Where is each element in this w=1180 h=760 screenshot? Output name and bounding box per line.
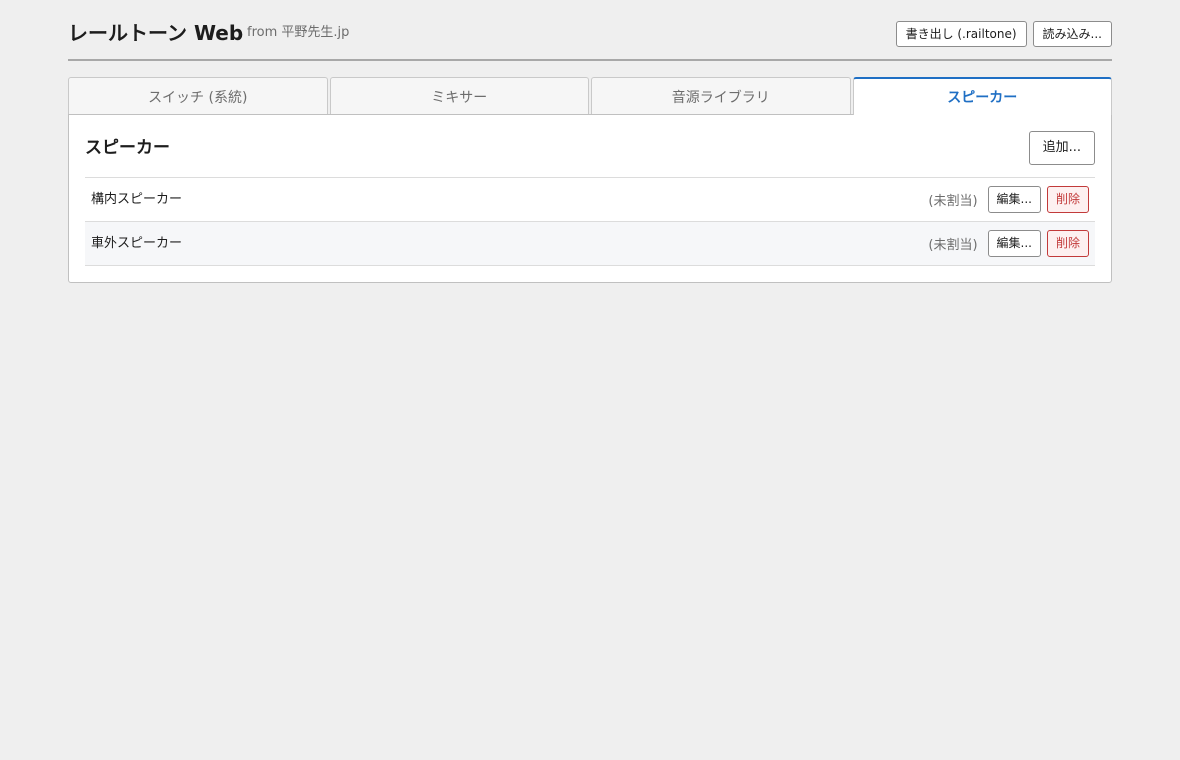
list-item: 車外スピーカー (未割当) 編集... 削除 [85,222,1095,266]
speaker-list: 構内スピーカー (未割当) 編集... 削除 車外スピーカー (未割当) 編集.… [85,177,1095,266]
add-speaker-button[interactable]: 追加... [1028,131,1095,165]
delete-button[interactable]: 削除 [1046,230,1089,257]
tab-mixer[interactable]: ミキサー [329,77,589,115]
app-title: レールトーン Web [68,21,244,45]
app-container: レールトーン Web from 平野先生.jp 書き出し (.railtone)… [68,0,1112,283]
speaker-name: 構内スピーカー [91,192,183,207]
tab-sound-library[interactable]: 音源ライブラリ [591,77,851,115]
delete-button[interactable]: 削除 [1046,186,1089,213]
header-actions: 書き出し (.railtone) 読み込み... [895,21,1112,47]
panel-title: スピーカー [85,138,170,158]
row-actions: (未割当) 編集... 削除 [928,230,1089,257]
export-button[interactable]: 書き出し (.railtone) [895,21,1027,47]
list-item: 構内スピーカー (未割当) 編集... 削除 [85,178,1095,222]
edit-button[interactable]: 編集... [987,186,1041,213]
tab-speakers[interactable]: スピーカー [852,77,1112,115]
tab-switch[interactable]: スイッチ (系統) [68,77,328,115]
assignment-status: (未割当) [928,238,978,253]
row-actions: (未割当) 編集... 削除 [928,186,1089,213]
import-button[interactable]: 読み込み... [1032,21,1112,47]
app-subtitle: from 平野先生.jp [247,25,350,40]
edit-button[interactable]: 編集... [987,230,1041,257]
assignment-status: (未割当) [928,194,978,209]
speaker-name: 車外スピーカー [91,236,183,251]
app-header: レールトーン Web from 平野先生.jp 書き出し (.railtone)… [68,0,1112,61]
speakers-panel: スピーカー 追加... 構内スピーカー (未割当) 編集... 削除 車外スピー… [68,114,1112,283]
panel-header: スピーカー 追加... [85,131,1095,165]
tab-bar: スイッチ (系統) ミキサー 音源ライブラリ スピーカー [68,77,1112,115]
